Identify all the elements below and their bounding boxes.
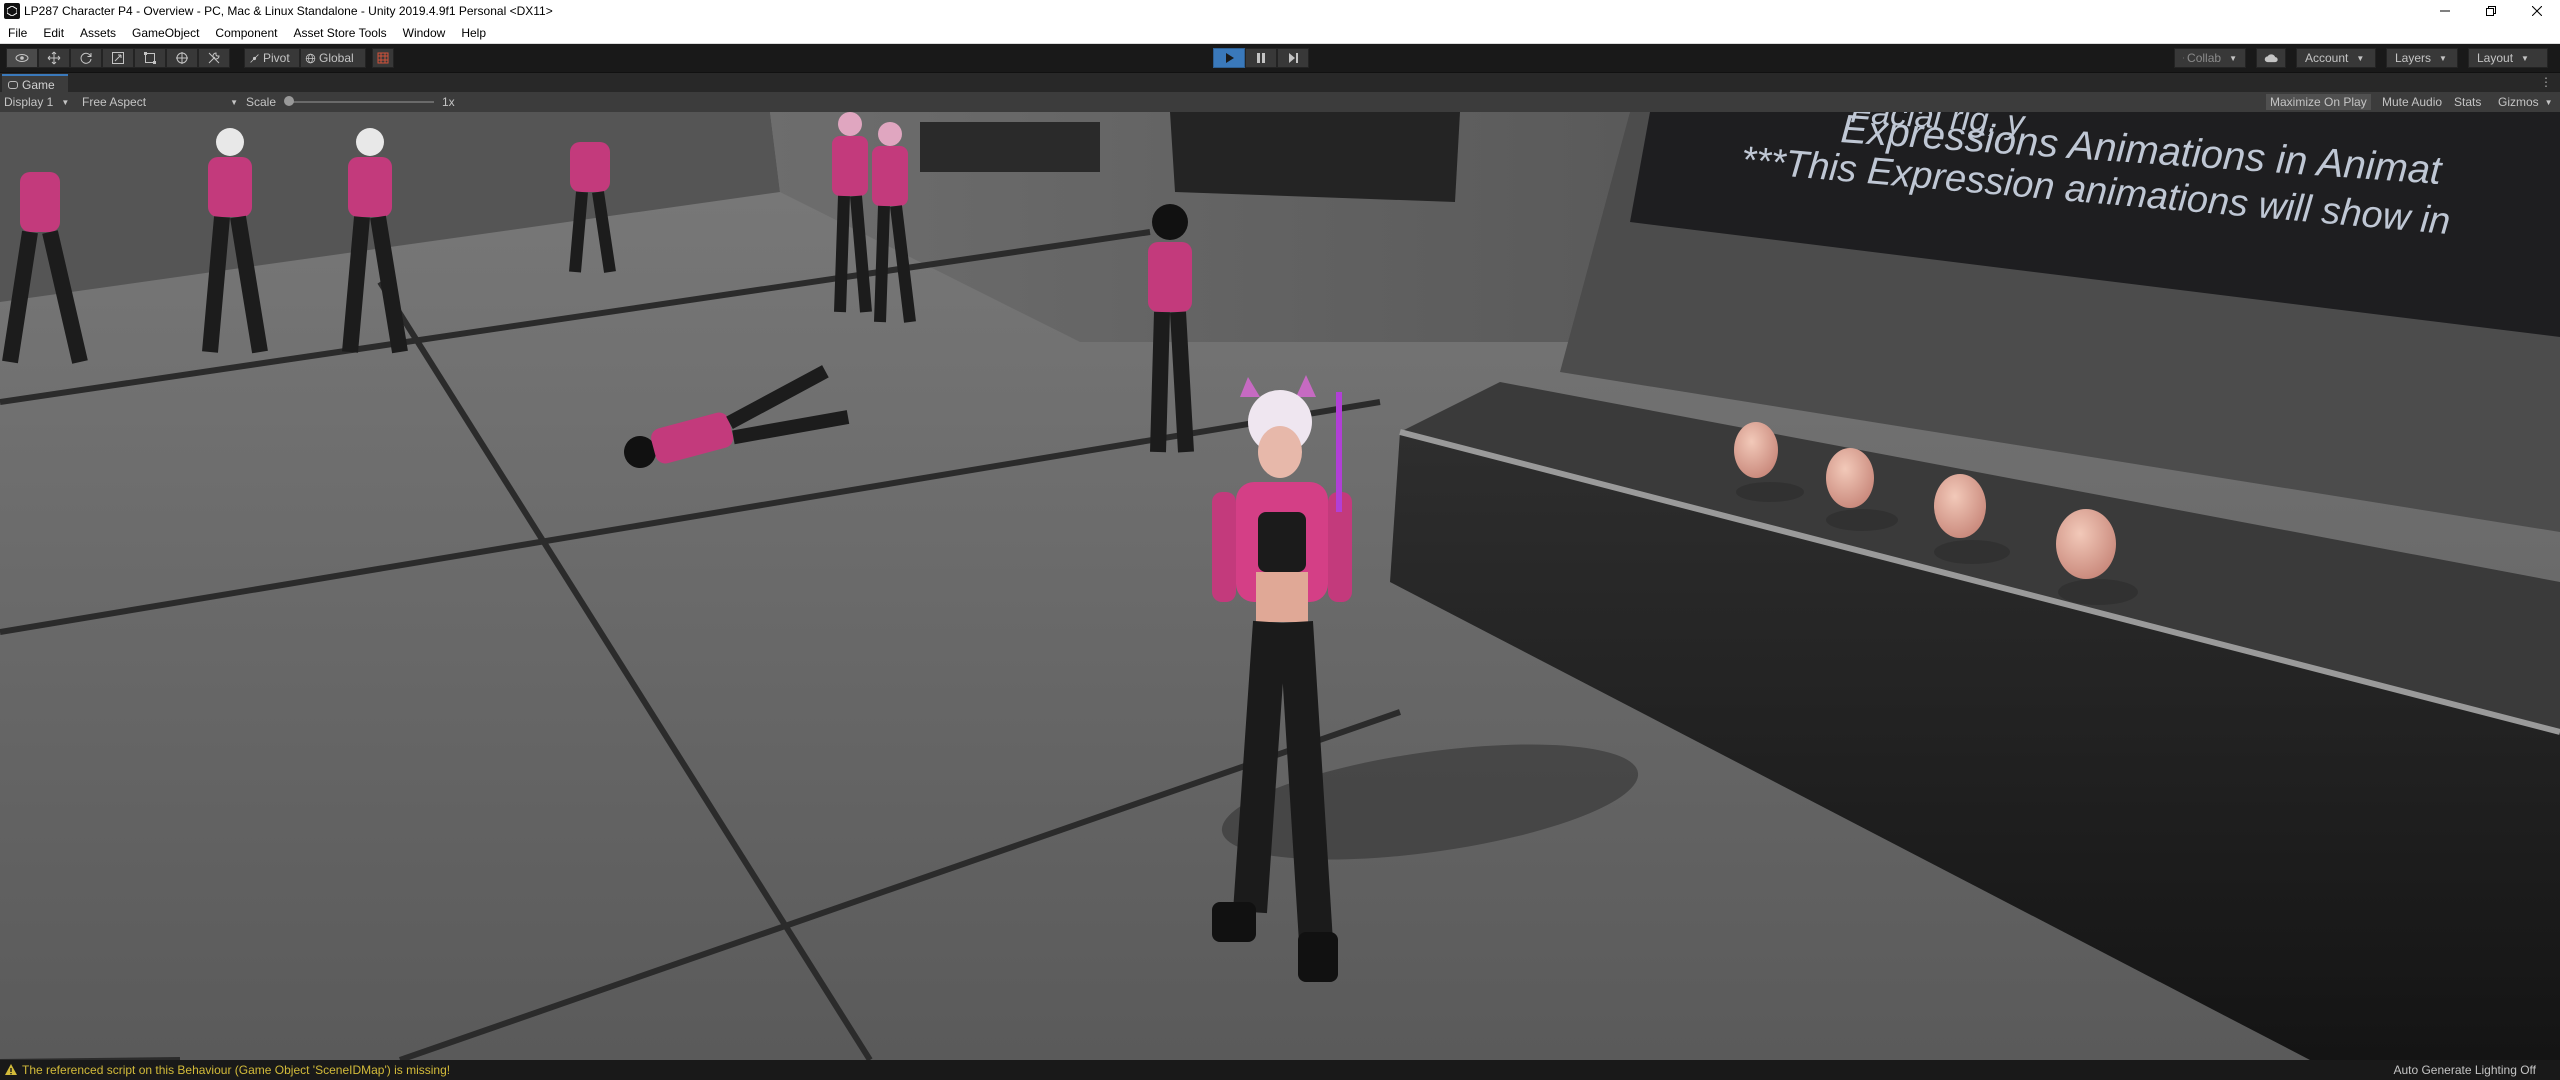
game-viewport[interactable]: Facial rig, y Expressions Animations in … xyxy=(0,112,2560,1060)
menu-gameobject[interactable]: GameObject xyxy=(124,22,207,44)
pause-button[interactable] xyxy=(1245,48,1277,68)
pivot-toggle[interactable]: Pivot xyxy=(244,48,300,68)
status-bar: The referenced script on this Behaviour … xyxy=(0,1060,2560,1080)
wall-panel xyxy=(1170,112,1460,202)
chevron-down-icon: ▼ xyxy=(2439,53,2447,63)
play-icon xyxy=(1226,53,1234,63)
minimize-button[interactable] xyxy=(2422,0,2468,22)
unity-logo-icon xyxy=(4,3,20,19)
mute-audio-label: Mute Audio xyxy=(2382,95,2443,109)
layers-label: Layers xyxy=(2395,51,2432,65)
menu-assets[interactable]: Assets xyxy=(72,22,124,44)
main-toolbar: Pivot Global Collab ▼ Account ▼ Layers ▼… xyxy=(0,44,2560,72)
window-title: LP287 Character P4 - Overview - PC, Mac … xyxy=(24,4,553,18)
menu-component[interactable]: Component xyxy=(207,22,285,44)
chevron-down-icon: ▼ xyxy=(2229,53,2237,63)
play-button[interactable] xyxy=(1213,48,1245,68)
rotate-tool-button[interactable] xyxy=(70,48,102,68)
account-dropdown[interactable]: Account ▼ xyxy=(2296,48,2376,68)
menu-help[interactable]: Help xyxy=(453,22,494,44)
global-toggle[interactable]: Global xyxy=(300,48,366,68)
menu-file[interactable]: File xyxy=(0,22,35,44)
stats-toggle[interactable]: Stats xyxy=(2450,94,2485,110)
tab-menu-icon[interactable]: ⋮ xyxy=(2540,75,2552,89)
step-button[interactable] xyxy=(1277,48,1309,68)
rect-transform-icon xyxy=(144,52,156,64)
cloud-icon xyxy=(2264,54,2278,63)
check-circle-icon xyxy=(2183,57,2184,59)
transform-icon xyxy=(176,52,188,64)
eye-icon xyxy=(15,54,29,62)
gizmos-dropdown[interactable]: Gizmos ▼ xyxy=(2494,94,2557,110)
wrench-icon xyxy=(208,52,220,64)
restore-button[interactable] xyxy=(2468,0,2514,22)
minimize-icon xyxy=(2440,10,2450,12)
menu-bar: File Edit Assets GameObject Component As… xyxy=(0,22,2560,44)
menu-asset-store-tools[interactable]: Asset Store Tools xyxy=(285,22,394,44)
pivot-icon xyxy=(250,53,259,63)
head-4 xyxy=(2056,509,2116,579)
display-dropdown[interactable]: Display 1 ▼ xyxy=(4,94,76,110)
menu-window[interactable]: Window xyxy=(395,22,454,44)
global-label: Global xyxy=(319,51,354,65)
collab-dropdown[interactable]: Collab ▼ xyxy=(2174,48,2246,68)
chevron-down-icon: ▼ xyxy=(2544,97,2553,107)
gamepad-icon xyxy=(8,80,18,89)
close-icon xyxy=(2532,6,2542,16)
maximize-on-play-label: Maximize On Play xyxy=(2270,95,2367,109)
layout-label: Layout xyxy=(2477,51,2514,65)
auto-generate-lighting-status[interactable]: Auto Generate Lighting Off xyxy=(2393,1063,2536,1077)
display-label: Display 1 xyxy=(4,95,54,109)
transform-tool-button[interactable] xyxy=(166,48,198,68)
scale-slider-track[interactable] xyxy=(288,101,434,103)
head-2 xyxy=(1826,448,1874,508)
tab-game-label: Game xyxy=(22,77,55,92)
move-arrows-icon xyxy=(47,51,61,65)
game-tab-strip: Game ⋮ xyxy=(0,72,2560,93)
aspect-label: Free Aspect xyxy=(82,95,147,109)
custom-tool-button[interactable] xyxy=(198,48,230,68)
menu-edit[interactable]: Edit xyxy=(35,22,72,44)
scale-slider-handle[interactable] xyxy=(284,96,294,106)
layout-dropdown[interactable]: Layout ▼ xyxy=(2468,48,2548,68)
mute-audio-toggle[interactable]: Mute Audio xyxy=(2378,94,2446,110)
aspect-dropdown[interactable]: Free Aspect ▼ xyxy=(82,94,238,110)
restore-icon xyxy=(2486,6,2496,16)
warning-icon xyxy=(5,1064,17,1075)
chevron-down-icon: ▼ xyxy=(2521,53,2529,63)
game-scene: Facial rig, y Expressions Animations in … xyxy=(0,112,2560,1060)
account-label: Account xyxy=(2305,51,2349,65)
close-button[interactable] xyxy=(2514,0,2560,22)
rect-tool-button[interactable] xyxy=(134,48,166,68)
scale-value: 1x xyxy=(442,95,455,109)
rotate-icon xyxy=(80,52,92,64)
grid-snap-icon xyxy=(377,52,389,64)
scale-tool-button[interactable] xyxy=(102,48,134,68)
head-1 xyxy=(1734,422,1778,478)
step-icon xyxy=(1289,53,1298,63)
layers-dropdown[interactable]: Layers ▼ xyxy=(2386,48,2458,68)
head-3 xyxy=(1934,474,1986,538)
stats-label: Stats xyxy=(2454,95,2482,109)
move-tool-button[interactable] xyxy=(38,48,70,68)
pivot-label: Pivot xyxy=(263,51,290,65)
scale-icon xyxy=(112,52,124,64)
cloud-button[interactable] xyxy=(2256,48,2286,68)
chevron-down-icon: ▼ xyxy=(230,97,238,107)
pause-icon xyxy=(1257,53,1265,63)
chevron-down-icon: ▼ xyxy=(2356,53,2365,63)
game-view-toolbar: Display 1 ▼ Free Aspect ▼ Scale 1x Maxim… xyxy=(0,92,2560,112)
status-message[interactable]: The referenced script on this Behaviour … xyxy=(22,1063,450,1077)
scale-label: Scale xyxy=(246,95,277,109)
chevron-down-icon: ▼ xyxy=(61,97,70,107)
grid-snap-button[interactable] xyxy=(372,48,394,68)
wall-panel xyxy=(920,122,1100,172)
globe-icon xyxy=(305,53,316,63)
tab-game[interactable]: Game xyxy=(2,74,68,93)
collab-label: Collab xyxy=(2187,51,2222,65)
view-tool-button[interactable] xyxy=(6,48,38,68)
gizmos-label: Gizmos xyxy=(2498,95,2539,109)
maximize-on-play-toggle[interactable]: Maximize On Play xyxy=(2266,94,2371,110)
window-title-bar: LP287 Character P4 - Overview - PC, Mac … xyxy=(0,0,2560,22)
